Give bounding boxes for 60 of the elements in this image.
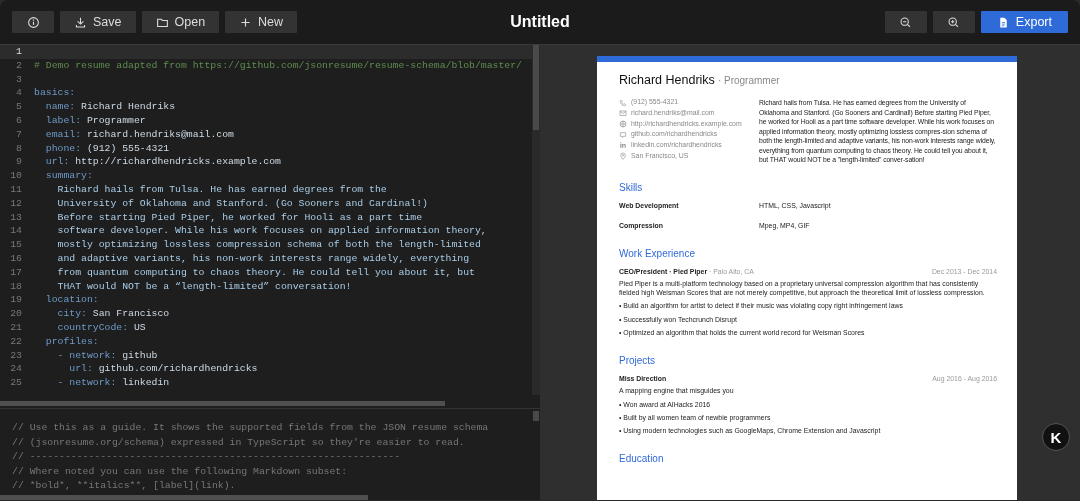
phone-icon: [619, 98, 627, 107]
comment-line: // Use this as a guide. It shows the supported fields from the JSON resume schema: [12, 421, 490, 435]
export-button[interactable]: Export: [980, 11, 1068, 33]
zoom-in-icon: [947, 15, 961, 29]
line-number: 4: [15, 86, 23, 101]
download-icon: [74, 15, 87, 29]
line-number: 2: [15, 58, 23, 73]
line-number: 17: [9, 265, 23, 280]
line-number: 24: [9, 362, 23, 377]
floating-logo-button[interactable]: K: [1042, 423, 1070, 451]
resume-name: Richard Hendriks: [619, 72, 715, 89]
line-number: 7: [15, 127, 23, 142]
info-button[interactable]: [12, 11, 54, 33]
envelope-icon: [619, 109, 627, 118]
globe-icon: [619, 120, 627, 129]
scrollbar[interactable]: [532, 45, 540, 395]
zoom-out-button[interactable]: [884, 11, 927, 33]
line-number: 22: [9, 334, 23, 349]
scrollbar-thumb[interactable]: [533, 411, 539, 421]
section-heading: Skills: [619, 180, 644, 194]
zoom-out-icon: [899, 15, 913, 29]
line-number: 16: [9, 251, 23, 266]
line-number: 19: [9, 293, 23, 308]
save-button[interactable]: Save: [60, 11, 136, 33]
section-heading: Projects: [619, 354, 657, 368]
line-number: 8: [15, 141, 23, 156]
section-heading: Work Experience: [619, 246, 696, 260]
zoom-in-button[interactable]: [932, 11, 975, 33]
comment-line: // ---------------------------------------------------------------: [12, 450, 402, 464]
line-number: 13: [9, 210, 23, 225]
linkedin-icon: [619, 141, 627, 150]
resume-label: · Programmer: [717, 74, 780, 87]
line-number: 23: [9, 348, 23, 363]
scrollbar-thumb[interactable]: [0, 401, 445, 406]
line-number: 10: [9, 169, 23, 183]
comment-line: // *bold*, **italics**, [label](link).: [12, 479, 237, 493]
line-number: 15: [9, 238, 23, 252]
plus-icon: [239, 15, 253, 29]
line-number: 9: [15, 155, 23, 170]
line-number: 3: [15, 72, 23, 87]
line-number: 14: [9, 224, 23, 239]
document-title: Untitled: [510, 13, 570, 31]
comment-line: // Where noted you can use the following Markdown subset:: [12, 464, 349, 479]
new-button[interactable]: New: [225, 11, 298, 33]
line-number: 11: [9, 182, 23, 197]
line-number: 18: [9, 279, 23, 294]
scrollbar-thumb[interactable]: [0, 495, 368, 500]
chat-bubble-icon: [619, 130, 627, 139]
comment-line: // (jsonresume.org/schema) expressed in TypeScript so they're easier to read.: [12, 435, 466, 450]
line-number: 21: [9, 320, 23, 335]
open-button[interactable]: Open: [141, 11, 220, 33]
line-number: 25: [9, 376, 23, 390]
line-number: 20: [9, 307, 23, 321]
line-number: 1: [15, 45, 23, 59]
info-icon: [26, 15, 40, 29]
line-number: 12: [9, 196, 23, 211]
line-number: 5: [15, 100, 23, 114]
location-pin-icon: [619, 152, 627, 160]
section-heading: Education: [619, 452, 665, 466]
line-number: 6: [15, 114, 23, 128]
